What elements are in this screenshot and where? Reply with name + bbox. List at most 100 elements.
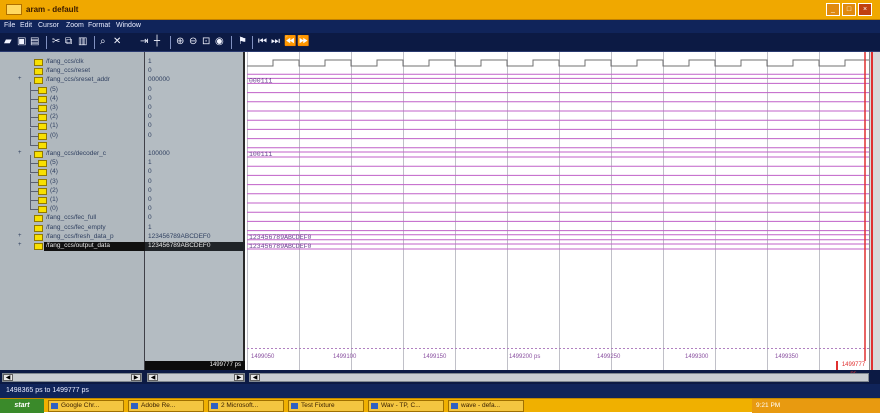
taskbar-item[interactable]: 2 Microsoft... [208, 400, 284, 412]
tree-connector [30, 164, 31, 174]
menu-window[interactable]: Window [116, 22, 141, 29]
signal-row[interactable]: (5) [0, 155, 145, 168]
signal-icon [38, 95, 47, 103]
value-row: 0 [145, 214, 245, 223]
signal-value: 100000 [148, 150, 170, 157]
maximize-button[interactable]: □ [842, 3, 856, 16]
scroll-right-arrow-icon[interactable]: ▶ [234, 374, 244, 381]
signal-row[interactable]: (0) [0, 127, 145, 141]
signal-value: 0 [148, 104, 152, 111]
signal-row[interactable]: + /fang_ccs/sreset_addr [0, 76, 145, 85]
tree-connector [30, 182, 31, 192]
value-row: 1 [145, 58, 245, 67]
taskbar-item[interactable]: Google Chr... [48, 400, 124, 412]
signal-row[interactable]: (0) [0, 201, 145, 214]
cursor-time-marker[interactable]: 1499777 ps [836, 361, 869, 377]
cut-icon[interactable]: ✂ [52, 36, 60, 47]
signal-value: 0 [148, 94, 152, 102]
status-bar: 1498365 ps to 1499777 ps [0, 384, 880, 398]
paste-icon[interactable]: ▥ [78, 36, 87, 47]
signal-row[interactable]: (1) [0, 192, 145, 205]
breakpoint-icon[interactable]: ⚑ [238, 36, 247, 47]
signal-row[interactable]: /fang_ccs/fec_full [0, 214, 145, 223]
taskbar-item[interactable]: Test Fixture [288, 400, 364, 412]
minimize-button[interactable]: _ [826, 3, 840, 16]
first-edge-icon[interactable]: ⏪ [284, 36, 296, 47]
copy-icon[interactable]: ⧉ [65, 36, 72, 47]
signal-row[interactable] [0, 136, 145, 150]
signal-row[interactable]: (2) [0, 182, 145, 196]
waveform-pane[interactable]: 000111 100111 123456789ABCDEF0 123456789ABC… [247, 52, 869, 370]
value-row: 0 [145, 178, 245, 187]
cursor-mode-icon[interactable]: ┼ [154, 36, 160, 47]
menu-zoom[interactable]: Zoom [66, 22, 84, 29]
values-horizontal-scrollbar[interactable]: ◀ ▶ [147, 373, 245, 382]
signal-icon [34, 233, 43, 241]
taskbar-item-label: 2 Microsoft... [221, 402, 259, 409]
taskbar-item-label: Google Chr... [61, 402, 100, 409]
signal-row[interactable]: (4) [0, 164, 145, 177]
signal-row[interactable]: + /fang_ccs/fresh_data_p [0, 233, 145, 242]
insert-cursor-icon[interactable]: ⇥ [140, 36, 148, 47]
signal-row[interactable]: (3) [0, 173, 145, 187]
zoom-in-icon[interactable]: ⊕ [176, 36, 184, 47]
zoom-fit-icon[interactable]: ⊡ [202, 36, 210, 47]
menu-cursor[interactable]: Cursor [38, 22, 59, 29]
value-row: 1 [145, 159, 245, 168]
prev-edge-icon[interactable]: ⏮ [258, 36, 267, 47]
value-row: 123456789ABCDEF0 [145, 242, 245, 251]
signal-name: /fang_ccs/output_data [46, 242, 110, 249]
signal-name: (4) [50, 168, 58, 176]
task-icon [451, 403, 458, 409]
taskbar-item[interactable]: Wav - TP, C... [368, 400, 444, 412]
cursor-line[interactable] [871, 52, 873, 392]
scroll-right-arrow-icon[interactable]: ▶ [131, 374, 141, 381]
signal-row[interactable]: + /fang_ccs/decoder_c [0, 150, 145, 159]
signal-value: 0 [148, 85, 152, 93]
signal-name: /fang_ccs/fec_full [46, 214, 97, 222]
close-button[interactable]: × [858, 3, 872, 16]
expand-toggle-icon[interactable]: + [18, 233, 22, 239]
signal-row[interactable]: (2) [0, 109, 145, 122]
signal-row[interactable]: (3) [0, 100, 145, 113]
scroll-left-arrow-icon[interactable]: ◀ [3, 374, 13, 381]
scroll-left-arrow-icon[interactable]: ◀ [148, 374, 158, 381]
signal-row[interactable]: + /fang_ccs/output_data [0, 242, 145, 251]
expand-toggle-icon[interactable]: + [18, 76, 22, 82]
tree-connector [30, 98, 38, 100]
delete-icon[interactable]: ✕ [113, 36, 121, 47]
toolbar-divider [170, 36, 171, 49]
signal-icon [38, 197, 47, 204]
tree-connector [30, 201, 31, 211]
vertical-scrollbar[interactable] [869, 52, 880, 412]
expand-toggle-icon[interactable]: + [18, 242, 22, 248]
signal-row[interactable]: /fang_ccs/clk [0, 58, 145, 67]
signal-row[interactable]: (5) [0, 81, 145, 95]
save-icon[interactable]: ▣ [17, 36, 26, 47]
print-icon[interactable]: ▤ [30, 36, 39, 47]
next-edge-icon[interactable]: ⏭ [271, 36, 280, 47]
signal-row[interactable]: (1) [0, 118, 145, 131]
signal-row[interactable]: /fang_ccs/reset [0, 67, 145, 76]
signal-row[interactable]: /fang_ccs/fec_empty [0, 224, 145, 233]
signals-horizontal-scrollbar[interactable]: ◀ ▶ [2, 373, 142, 382]
scroll-left-arrow-icon[interactable]: ◀ [250, 374, 260, 381]
signal-name: /fang_ccs/fec_empty [46, 223, 106, 231]
waveform-canvas[interactable]: 000111 100111 123456789ABCDEF0 123456789ABC… [247, 52, 869, 370]
time-tick-label: 1499050 [251, 354, 275, 360]
zoom-full-icon[interactable]: ◉ [215, 36, 224, 47]
zoom-out-icon[interactable]: ⊖ [189, 36, 197, 47]
expand-toggle-icon[interactable]: + [18, 150, 22, 156]
find-icon[interactable]: ⌕ [100, 36, 106, 47]
taskbar-item[interactable]: wave - defa... [448, 400, 524, 412]
menu-edit[interactable]: Edit [20, 22, 32, 29]
taskbar-item[interactable]: Adobe Re... [128, 400, 204, 412]
value-row: 100000 [145, 150, 245, 159]
waveform-horizontal-scrollbar[interactable]: ◀ [249, 373, 869, 382]
last-edge-icon[interactable]: ⏩ [297, 36, 309, 47]
menu-format[interactable]: Format [88, 22, 110, 29]
open-icon[interactable]: ▰ [4, 36, 12, 47]
start-button[interactable]: start [0, 399, 44, 413]
signal-row[interactable]: (4) [0, 90, 145, 104]
menu-file[interactable]: File [4, 22, 15, 29]
